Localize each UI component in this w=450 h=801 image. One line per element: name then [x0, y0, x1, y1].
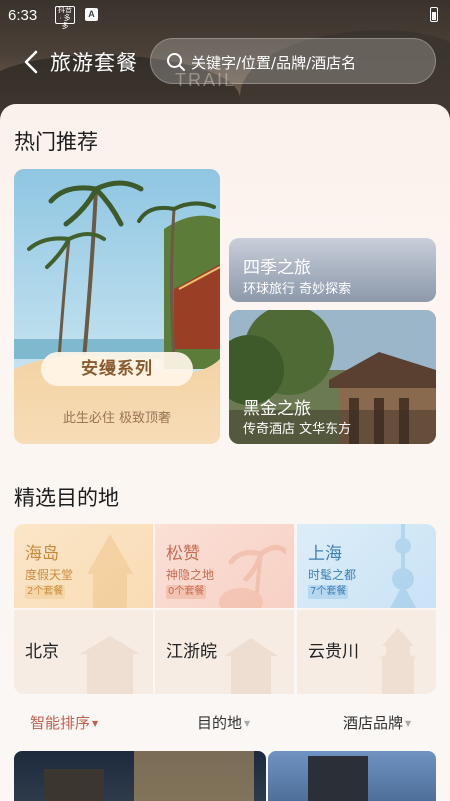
hotel-listing-image[interactable] [268, 751, 436, 801]
destination-tagline: 度假天堂 [25, 568, 74, 582]
pagoda-tower-icon [378, 628, 418, 694]
destination-name: 松赞 [166, 544, 200, 564]
status-time: 6:33 [8, 7, 38, 24]
status-bar: 6:33 抖音 · 多多 A [0, 0, 450, 32]
pagoda-icon [87, 534, 133, 608]
four-seasons-subtitle: 环球旅行 奇妙探索 [243, 282, 352, 297]
destination-name: 上海 [308, 544, 342, 564]
black-gold-subtitle: 传奇酒店 文华东方 [243, 422, 352, 437]
destination-name: 云贵川 [308, 642, 359, 662]
filter-smart-sort[interactable]: 智能排序 ▼ [30, 712, 98, 733]
app-notification-icon: 抖音 · 多多 [55, 6, 75, 30]
destination-tagline: 时髦之都 [308, 568, 357, 582]
destinations-section-title: 精选目的地 [14, 486, 119, 510]
palm-tree-icon [219, 545, 286, 608]
tv-tower-icon [390, 524, 416, 608]
destination-jiangzhewan[interactable]: 江浙皖 [155, 610, 294, 694]
four-seasons-title: 四季之旅 [243, 258, 311, 278]
destination-name: 海岛 [25, 544, 59, 564]
package-count-badge: 7个套餐 [308, 585, 349, 599]
top-bar: 旅游套餐 关键字/位置/品牌/酒店名 [0, 36, 450, 88]
destination-songzan[interactable]: 松赞 神隐之地 0个套餐 [155, 524, 294, 608]
aman-series-subtitle: 此生必住 极致顶奢 [62, 411, 172, 426]
aman-series-label: 安缦系列 [41, 352, 193, 386]
filter-hotel-brand[interactable]: 酒店品牌 ▼ [343, 712, 411, 733]
destination-shanghai[interactable]: 上海 时髦之都 7个套餐 [297, 524, 436, 608]
package-count-badge: 0个套餐 [166, 585, 207, 599]
four-seasons-card[interactable]: 四季之旅 环球旅行 奇妙探索 [229, 238, 436, 302]
filter-label: 酒店品牌 [343, 714, 404, 732]
black-gold-title: 黑金之旅 [243, 399, 311, 419]
search-input[interactable]: 关键字/位置/品牌/酒店名 [150, 38, 436, 84]
destination-name: 江浙皖 [166, 642, 217, 662]
package-count-badge: 2个套餐 [25, 585, 66, 599]
caret-down-icon: ▼ [405, 719, 412, 728]
filter-label: 智能排序 [30, 714, 91, 732]
notification-a-icon: A [85, 8, 98, 21]
search-icon [167, 53, 185, 71]
hotel-listing-image[interactable] [14, 751, 266, 801]
aman-series-card[interactable]: 安缦系列 此生必住 极致顶奢 [14, 169, 220, 444]
back-button[interactable] [18, 48, 46, 76]
beach-palm-photo [14, 169, 220, 444]
destination-name: 北京 [25, 642, 59, 662]
gate-tower-icon [80, 636, 140, 694]
filter-destination[interactable]: 目的地 ▼ [197, 712, 250, 733]
destination-beijing[interactable]: 北京 [14, 610, 153, 694]
pavilion-icon [224, 638, 278, 694]
destinations-grid: 海岛 度假天堂 2个套餐 松赞 神隐之地 0个套餐 上海 时髦之都 7个套餐 北… [14, 524, 436, 694]
destination-yunguichuan[interactable]: 云贵川 [297, 610, 436, 694]
battery-icon [430, 7, 438, 22]
search-placeholder: 关键字/位置/品牌/酒店名 [191, 54, 357, 72]
hot-section-title: 热门推荐 [14, 130, 98, 154]
black-gold-card[interactable]: 黑金之旅 传奇酒店 文华东方 [229, 310, 436, 444]
destination-tagline: 神隐之地 [166, 568, 215, 582]
page-title: 旅游套餐 [50, 51, 138, 75]
filter-label: 目的地 [197, 714, 243, 732]
destination-island[interactable]: 海岛 度假天堂 2个套餐 [14, 524, 153, 608]
chevron-left-icon [24, 50, 38, 74]
caret-down-icon: ▼ [92, 719, 99, 728]
caret-down-icon: ▼ [244, 719, 251, 728]
